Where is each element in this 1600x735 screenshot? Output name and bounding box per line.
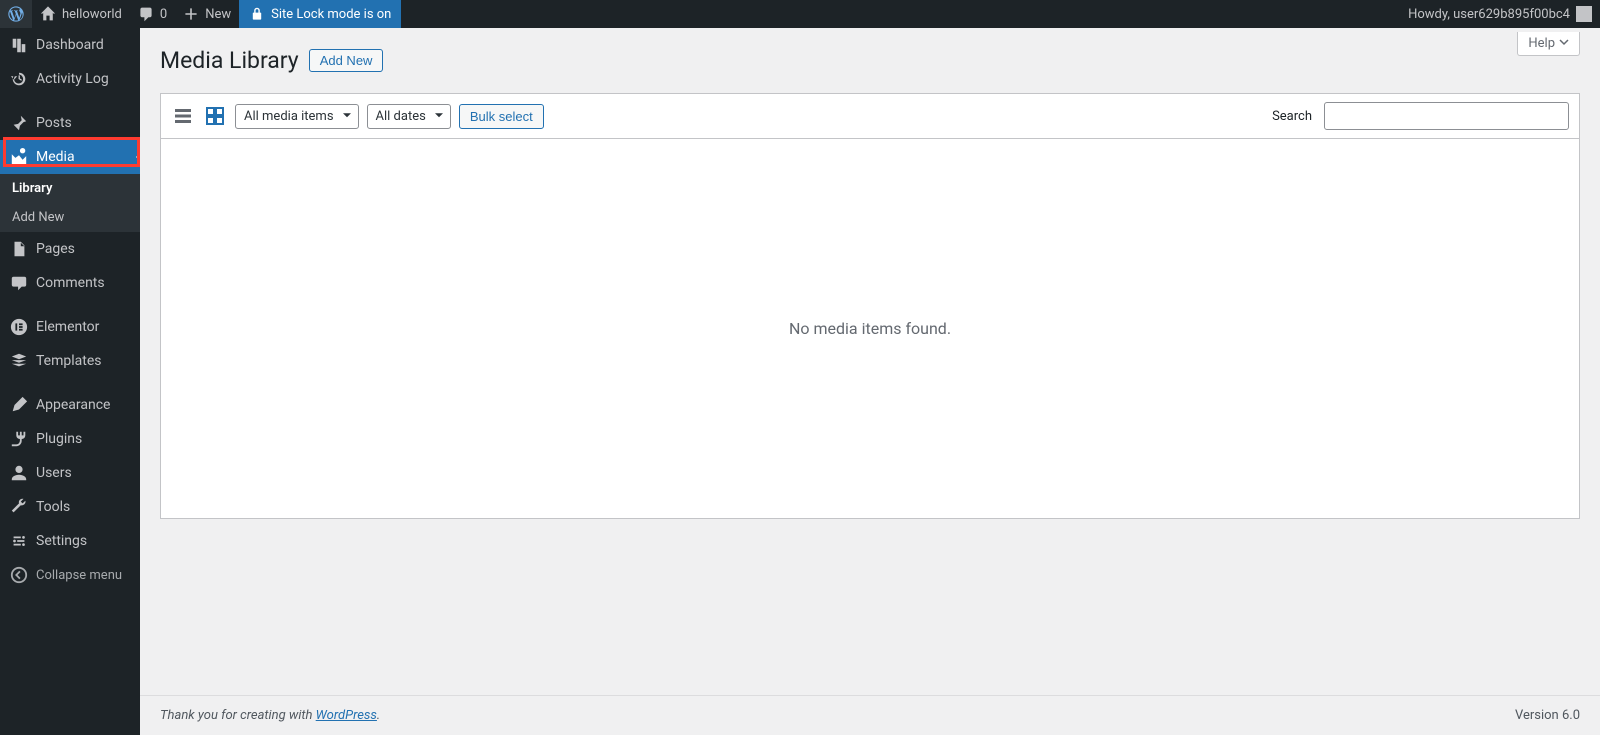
chevron-down-icon: [1559, 36, 1569, 51]
filter-type-select[interactable]: All media items: [235, 104, 359, 129]
help-label: Help: [1528, 36, 1555, 51]
footer-version: Version 6.0: [1515, 708, 1580, 723]
sidebar-item-appearance[interactable]: Appearance: [0, 388, 140, 422]
sidebar-item-label: Templates: [36, 353, 102, 369]
sidebar-item-comments[interactable]: Comments: [0, 266, 140, 300]
menu-separator: [0, 300, 140, 310]
collapse-icon: [10, 566, 28, 584]
menu-separator: [0, 378, 140, 388]
footer-thanks-suffix: .: [377, 708, 380, 723]
footer-thanks-prefix: Thank you for creating with: [160, 708, 316, 723]
wp-logo-menu[interactable]: [0, 0, 32, 28]
footer-wordpress-link[interactable]: WordPress: [316, 708, 377, 723]
my-account-menu[interactable]: Howdy, user629b895f00bc4: [1400, 0, 1600, 28]
bulk-select-button[interactable]: Bulk select: [459, 104, 544, 129]
sidebar-item-label: Dashboard: [36, 37, 104, 53]
sidebar-item-label: Tools: [36, 499, 70, 515]
sidebar-item-plugins[interactable]: Plugins: [0, 422, 140, 456]
sidebar-item-posts[interactable]: Posts: [0, 106, 140, 140]
search-label: Search: [1272, 109, 1312, 124]
sidebar-item-label: Activity Log: [36, 71, 109, 87]
comments-menu[interactable]: 0: [130, 0, 175, 28]
media-submenu: Library Add New: [0, 174, 140, 232]
sidebar-item-elementor[interactable]: Elementor: [0, 310, 140, 344]
footer: Thank you for creating with WordPress. V…: [140, 695, 1600, 735]
filter-date-value: All dates: [376, 109, 426, 124]
lock-icon: [249, 6, 265, 22]
filter-date-select[interactable]: All dates: [367, 104, 451, 129]
submenu-item-label: Add New: [12, 210, 64, 225]
site-name-label: helloworld: [62, 7, 122, 22]
site-name-menu[interactable]: helloworld: [32, 0, 130, 28]
howdy-text: Howdy, user629b895f00bc4: [1408, 7, 1570, 22]
sidebar-item-templates[interactable]: Templates: [0, 344, 140, 378]
admin-sidebar: Dashboard Activity Log Posts Media Libra…: [0, 28, 140, 735]
menu-separator: [0, 96, 140, 106]
sidebar-item-dashboard[interactable]: Dashboard: [0, 28, 140, 62]
media-library-body: No media items found.: [160, 139, 1580, 519]
elementor-icon: [10, 318, 28, 336]
page-title: Media Library: [160, 47, 299, 74]
sidebar-item-label: Plugins: [36, 431, 82, 447]
history-icon: [10, 70, 28, 88]
sidebar-item-settings[interactable]: Settings: [0, 524, 140, 558]
sidebar-item-label: Appearance: [36, 397, 110, 413]
dashboard-icon: [10, 36, 28, 54]
sidebar-item-users[interactable]: Users: [0, 456, 140, 490]
new-content-menu[interactable]: New: [175, 0, 239, 28]
collapse-menu-button[interactable]: Collapse menu: [0, 558, 140, 592]
comments-count: 0: [160, 7, 167, 22]
sidebar-item-label: Users: [36, 465, 72, 481]
site-lock-label: Site Lock mode is on: [271, 7, 391, 22]
sidebar-item-pages[interactable]: Pages: [0, 232, 140, 266]
sidebar-item-label: Elementor: [36, 319, 99, 335]
comment-icon: [138, 6, 154, 22]
add-new-button[interactable]: Add New: [309, 49, 384, 72]
home-icon: [40, 6, 56, 22]
no-items-message: No media items found.: [789, 319, 951, 338]
media-icon: [10, 148, 28, 166]
wordpress-icon: [8, 6, 24, 22]
help-tab[interactable]: Help: [1517, 32, 1580, 56]
comments-icon: [10, 274, 28, 292]
media-toolbar: All media items All dates Bulk select Se…: [160, 93, 1580, 139]
site-lock-notice[interactable]: Site Lock mode is on: [239, 0, 401, 28]
pages-icon: [10, 240, 28, 258]
submenu-item-label: Library: [12, 181, 52, 196]
tools-icon: [10, 498, 28, 516]
sidebar-item-tools[interactable]: Tools: [0, 490, 140, 524]
sidebar-item-activity-log[interactable]: Activity Log: [0, 62, 140, 96]
footer-thanks: Thank you for creating with WordPress.: [160, 708, 380, 723]
collapse-label: Collapse menu: [36, 568, 122, 583]
appearance-icon: [10, 396, 28, 414]
sidebar-item-label: Pages: [36, 241, 75, 257]
pin-icon: [10, 114, 28, 132]
plus-icon: [183, 6, 199, 22]
sidebar-item-label: Comments: [36, 275, 105, 291]
avatar: [1576, 6, 1592, 22]
content-inner: Media Library Add New All media items Al…: [140, 28, 1600, 695]
sidebar-item-label: Posts: [36, 115, 72, 131]
templates-icon: [10, 352, 28, 370]
submenu-item-library[interactable]: Library: [0, 174, 140, 203]
admin-bar: helloworld 0 New Site Lock mode is on Ho…: [0, 0, 1600, 28]
new-label: New: [205, 7, 231, 22]
filter-type-value: All media items: [244, 109, 334, 124]
view-grid-button[interactable]: [203, 104, 227, 128]
settings-icon: [10, 532, 28, 550]
users-icon: [10, 464, 28, 482]
view-list-button[interactable]: [171, 104, 195, 128]
heading-row: Media Library Add New: [160, 38, 1580, 83]
sidebar-item-media[interactable]: Media: [0, 140, 140, 174]
search-input[interactable]: [1324, 102, 1569, 130]
content-area: Help Media Library Add New All media ite…: [140, 28, 1600, 735]
sidebar-item-label: Media: [36, 149, 75, 165]
sidebar-item-label: Settings: [36, 533, 87, 549]
submenu-item-add-new[interactable]: Add New: [0, 203, 140, 232]
plugins-icon: [10, 430, 28, 448]
